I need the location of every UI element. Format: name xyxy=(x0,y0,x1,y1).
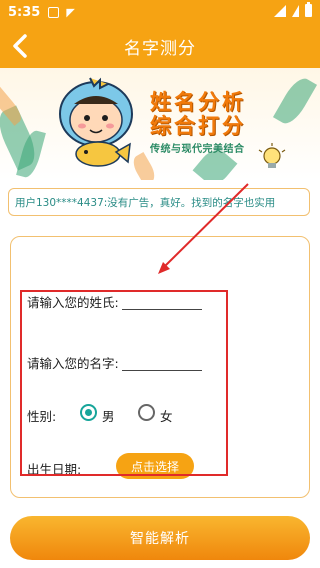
square-icon xyxy=(48,6,60,18)
signal-icon xyxy=(292,4,299,17)
battery-icon xyxy=(305,2,312,17)
page-title: 名字测分 xyxy=(124,38,196,59)
app-bar: 名字测分 xyxy=(0,24,320,68)
banner-headline-1: 姓名分析 xyxy=(150,90,246,114)
banner-subtitle: 传统与现代完美结合 xyxy=(150,144,245,155)
banner: 姓名分析 综合打分 传统与现代完美结合 xyxy=(0,68,320,180)
sd-card-icon: ◤ xyxy=(66,5,75,19)
highlight-box xyxy=(20,290,228,476)
wifi-icon xyxy=(274,4,286,17)
lightbulb-icon xyxy=(258,143,286,168)
cartoon-character-image xyxy=(59,77,133,167)
smart-analyze-button[interactable]: 智能解析 xyxy=(10,516,310,560)
banner-text: 姓名分析 综合打分 传统与现代完美结合 xyxy=(150,90,315,155)
status-bar: 5:35 ◤ xyxy=(0,0,320,24)
chevron-left-icon[interactable] xyxy=(8,32,32,60)
banner-headline-2: 综合打分 xyxy=(150,114,246,138)
user-review-ticker: 用户130****4437:没有广告，真好。找到的名字也实用 xyxy=(8,188,310,216)
status-time: 5:35 xyxy=(8,4,41,20)
